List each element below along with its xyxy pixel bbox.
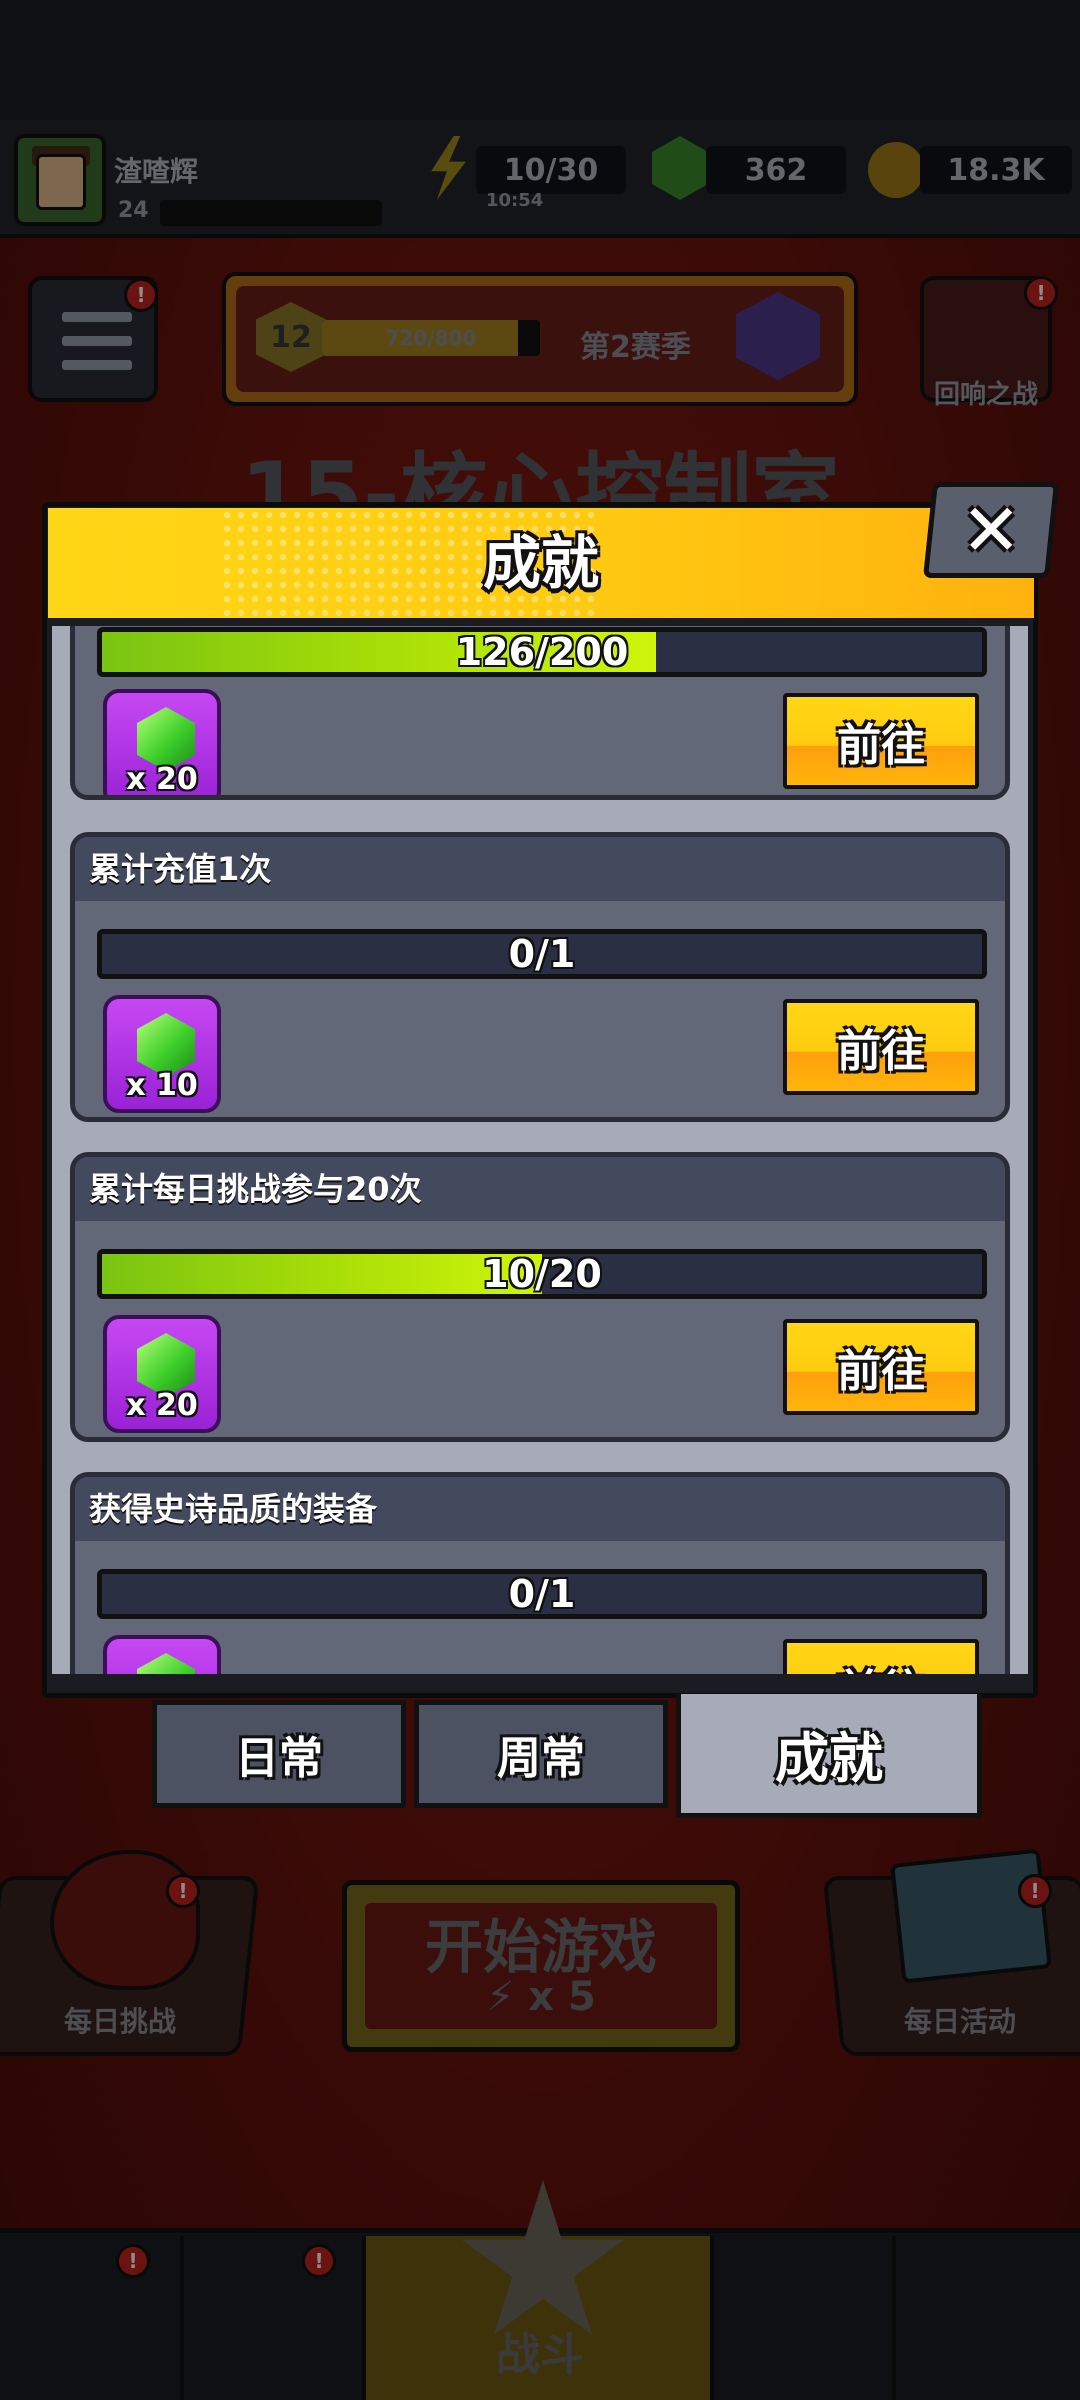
reward-item[interactable]: x 20 [103, 689, 221, 797]
tab-achievements[interactable]: 成就 [676, 1694, 982, 1818]
achievement-list[interactable]: 126/200 x 20 前往 累计充值1次 0/1 x 10 前往 累计每日挑… [52, 626, 1028, 1674]
reward-item[interactable]: x 10 [103, 995, 221, 1113]
achievement-title: 获得史诗品质的装备 [89, 1490, 378, 1528]
achievement-progress-bar: 0/1 [97, 1569, 987, 1619]
tab-weekly[interactable]: 周常 [414, 1700, 668, 1808]
go-button[interactable]: 前往 [783, 1639, 979, 1674]
achievement-card: 累计充值1次 0/1 x 10 前往 [70, 832, 1010, 1122]
go-button[interactable]: 前往 [783, 693, 979, 789]
reward-quantity: x 20 [126, 762, 198, 797]
go-button[interactable]: 前往 [783, 999, 979, 1095]
reward-item[interactable] [103, 1635, 221, 1674]
reward-quantity: x 10 [126, 1068, 198, 1103]
modal-title: 成就 [482, 529, 599, 597]
achievement-progress-bar: 126/200 [97, 627, 987, 677]
achievement-card-header: 获得史诗品质的装备 [75, 1477, 1005, 1541]
progress-text: 0/1 [508, 1572, 576, 1616]
achievement-card: 获得史诗品质的装备 0/1 前往 [70, 1472, 1010, 1674]
tab-daily[interactable]: 日常 [152, 1700, 406, 1808]
green-gem-icon [137, 1653, 195, 1674]
progress-text: 10/20 [482, 1252, 602, 1296]
achievement-title: 累计每日挑战参与20次 [89, 1170, 422, 1208]
achievement-title: 累计充值1次 [89, 850, 272, 888]
achievement-card: 126/200 x 20 前往 [70, 626, 1010, 800]
achievement-card-header: 累计每日挑战参与20次 [75, 1157, 1005, 1221]
progress-text: 0/1 [508, 932, 576, 976]
reward-quantity: x 20 [126, 1388, 198, 1423]
achievement-card: 累计每日挑战参与20次 10/20 x 20 前往 [70, 1152, 1010, 1442]
close-icon: ✕ [960, 488, 1022, 572]
achievement-progress-bar: 10/20 [97, 1249, 987, 1299]
achievement-card-header: 累计充值1次 [75, 837, 1005, 901]
reward-item[interactable]: x 20 [103, 1315, 221, 1433]
status-bar [0, 0, 1080, 120]
close-button[interactable]: ✕ [922, 482, 1060, 578]
progress-text: 126/200 [455, 630, 629, 674]
go-button[interactable]: 前往 [783, 1319, 979, 1415]
achievement-progress-bar: 0/1 [97, 929, 987, 979]
